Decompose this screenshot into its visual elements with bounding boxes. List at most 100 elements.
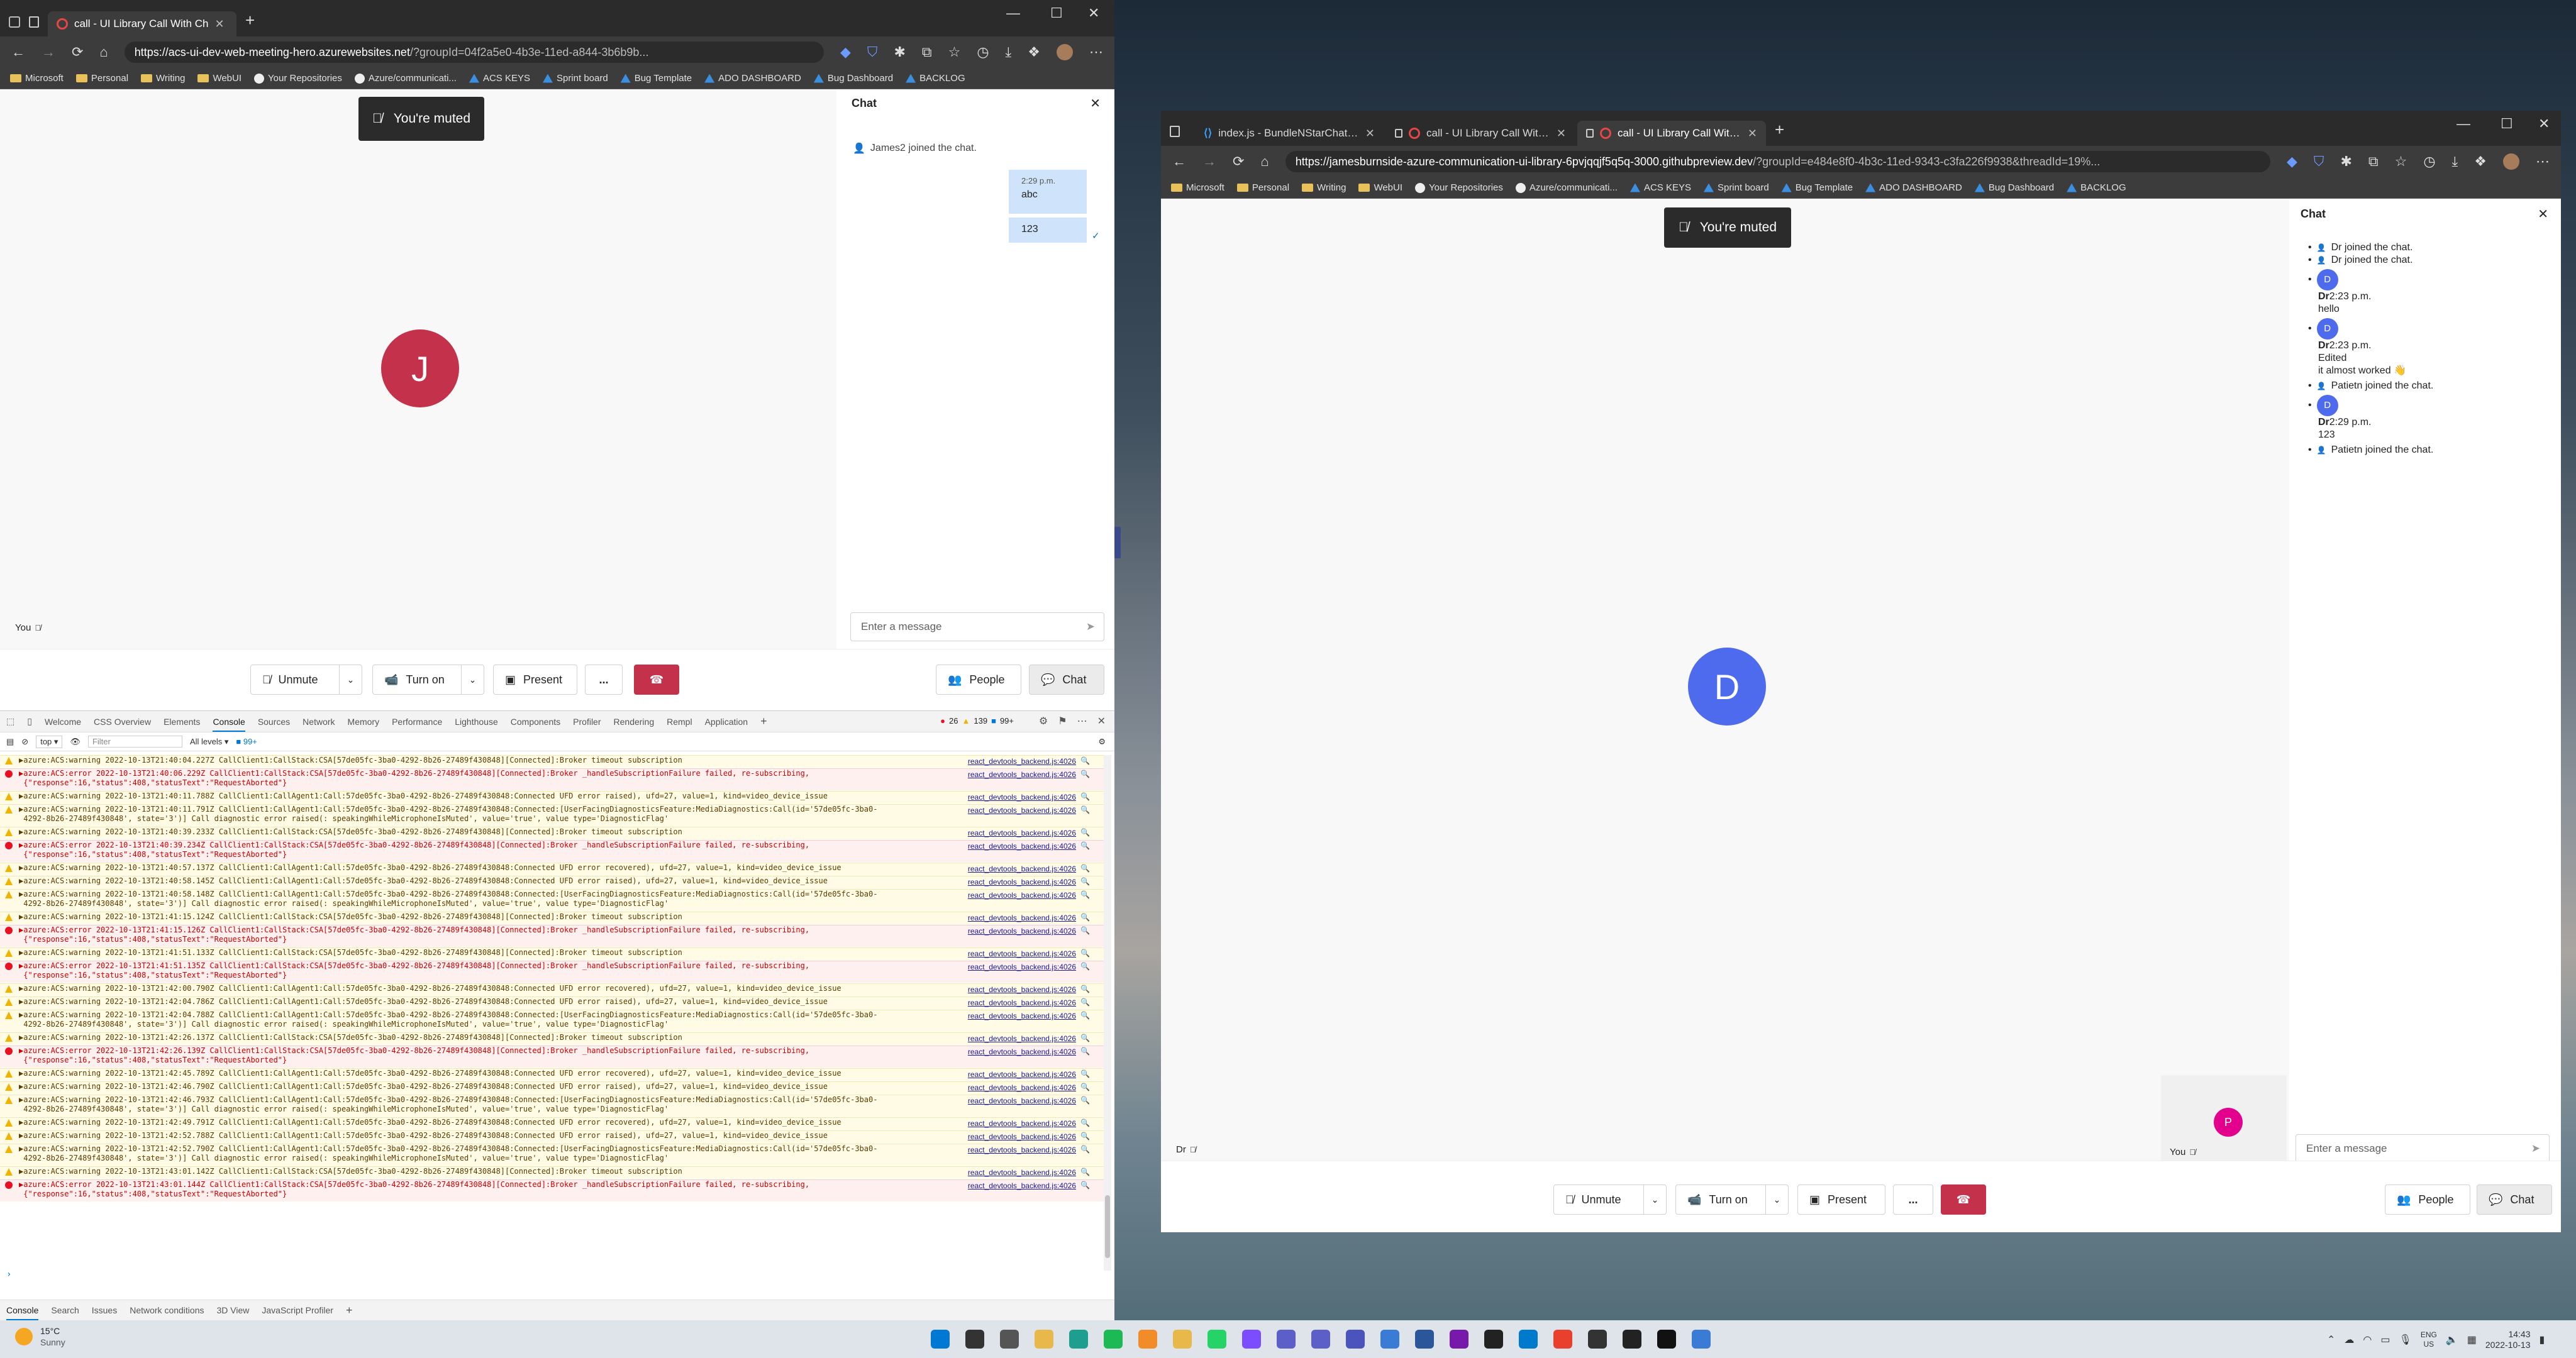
more-icon[interactable]: ⋯ [1077, 715, 1087, 727]
console-warning-row[interactable]: ▶azure:ACS:warning 2022-10-13T21:40:11.7… [0, 791, 1104, 803]
app-icon[interactable] [1623, 1330, 1641, 1349]
search-icon[interactable]: 🔍 [1080, 890, 1090, 900]
console-error-row[interactable]: ▶azure:ACS:error 2022-10-13T21:41:51.135… [0, 961, 1104, 983]
back-icon[interactable]: ← [1172, 153, 1186, 170]
clock[interactable]: 14:43 2022-10-13 [2485, 1329, 2531, 1350]
bookmark-item[interactable]: Your Repositories [254, 73, 342, 84]
console-warning-row[interactable]: ▶azure:ACS:warning 2022-10-13T21:40:58.1… [0, 876, 1104, 888]
notifications-icon[interactable]: ▮ [2540, 1333, 2545, 1346]
vscode-icon[interactable] [1519, 1330, 1538, 1349]
history-icon[interactable]: ◷ [2423, 153, 2435, 170]
onenote-icon[interactable] [1450, 1330, 1468, 1349]
source-link[interactable]: react_devtools_backend.js:4026 [968, 985, 1076, 995]
source-link[interactable]: react_devtools_backend.js:4026 [968, 1034, 1076, 1044]
devtools-tab[interactable]: Sources [258, 717, 290, 727]
extensions-icon[interactable]: ❖ [1028, 44, 1040, 60]
minimize-icon[interactable]: — [1006, 5, 1020, 21]
bookmark-item[interactable]: Personal [1236, 182, 1289, 193]
console-error-row[interactable]: ▶azure:ACS:error 2022-10-13T21:40:39.234… [0, 840, 1104, 862]
source-link[interactable]: react_devtools_backend.js:4026 [968, 757, 1076, 766]
app-icon[interactable] [1277, 1330, 1296, 1349]
bookmark-item[interactable]: ACS KEYS [469, 73, 530, 84]
add-tab-icon[interactable]: + [760, 715, 767, 728]
chat-button[interactable]: 💬 Chat [2477, 1184, 2552, 1215]
more-button[interactable]: ... [585, 665, 623, 695]
search-icon[interactable]: 🔍 [1080, 998, 1090, 1007]
issues-badge[interactable]: ■ 99+ [236, 737, 257, 746]
devtools-tab[interactable]: Profiler [573, 717, 601, 727]
tab-actions-icon[interactable] [1170, 126, 1180, 137]
drawer-tab[interactable]: 3D View [216, 1305, 249, 1315]
home-icon[interactable]: ⌂ [99, 44, 108, 60]
source-link[interactable]: react_devtools_backend.js:4026 [968, 806, 1076, 815]
search-icon[interactable]: 🔍 [1080, 926, 1090, 936]
source-link[interactable]: react_devtools_backend.js:4026 [968, 998, 1076, 1008]
close-chat-icon[interactable]: ✕ [2538, 206, 2548, 222]
console-warning-row[interactable]: ▶azure:ACS:warning 2022-10-13T21:41:15.1… [0, 912, 1104, 924]
spotify-icon[interactable] [1104, 1330, 1123, 1349]
search-icon[interactable]: 🔍 [1080, 1011, 1090, 1020]
context-select[interactable]: top ▾ [36, 735, 63, 748]
app-icon[interactable] [1138, 1330, 1157, 1349]
close-tab-icon[interactable]: ✕ [1557, 127, 1566, 140]
app-icon[interactable] [1380, 1330, 1399, 1349]
present-button[interactable]: ▣ Present [1797, 1184, 1885, 1215]
weather-widget[interactable]: 15°C Sunny [15, 1325, 65, 1348]
send-icon[interactable]: ➤ [2531, 1142, 2540, 1155]
drawer-tab[interactable]: JavaScript Profiler [262, 1305, 333, 1315]
console-warning-row[interactable]: ▶azure:ACS:warning 2022-10-13T21:40:58.1… [0, 889, 1104, 911]
console-warning-row[interactable]: ▶azure:ACS:warning 2022-10-13T21:40:04.2… [0, 755, 1104, 768]
console-warning-row[interactable]: ▶azure:ACS:warning 2022-10-13T21:43:01.1… [0, 1166, 1104, 1179]
source-link[interactable]: react_devtools_backend.js:4026 [968, 1132, 1076, 1142]
source-link[interactable]: react_devtools_backend.js:4026 [968, 1096, 1076, 1106]
profile-avatar[interactable] [1057, 44, 1073, 60]
feedback-icon[interactable]: ⚑ [1058, 715, 1067, 727]
scrollbar-thumb[interactable] [1105, 1195, 1110, 1258]
console-warning-row[interactable]: ▶azure:ACS:warning 2022-10-13T21:42:00.7… [0, 983, 1104, 996]
console-warning-row[interactable]: ▶azure:ACS:warning 2022-10-13T21:42:46.7… [0, 1095, 1104, 1117]
devtools-tab[interactable]: Lighthouse [455, 717, 498, 727]
file-explorer-icon[interactable] [1035, 1330, 1053, 1349]
teams-icon[interactable] [1311, 1330, 1330, 1349]
source-link[interactable]: react_devtools_backend.js:4026 [968, 1119, 1076, 1129]
bookmark-item[interactable]: WebUI [1358, 182, 1402, 193]
source-link[interactable]: react_devtools_backend.js:4026 [968, 1070, 1076, 1079]
devtools-tab[interactable]: Network [303, 717, 335, 727]
bookmark-item[interactable]: Writing [141, 73, 185, 84]
console-warning-row[interactable]: ▶azure:ACS:warning 2022-10-13T21:40:57.1… [0, 863, 1104, 875]
bookmark-item[interactable]: Azure/communicati... [354, 73, 457, 84]
search-icon[interactable]: 🔍 [1080, 1096, 1090, 1105]
source-link[interactable]: react_devtools_backend.js:4026 [968, 1047, 1076, 1057]
inspect-icon[interactable]: ⬚ [6, 716, 14, 727]
whatsapp-icon[interactable] [1208, 1330, 1226, 1349]
send-icon[interactable]: ➤ [1086, 621, 1095, 633]
source-link[interactable]: react_devtools_backend.js:4026 [968, 914, 1076, 923]
devtools-tab[interactable]: Welcome [45, 717, 81, 727]
console-warning-row[interactable]: ▶azure:ACS:warning 2022-10-13T21:42:04.7… [0, 1010, 1104, 1032]
messenger-icon[interactable] [1242, 1330, 1261, 1349]
message-input[interactable]: Enter a message ➤ [2296, 1134, 2550, 1163]
refresh-ext-icon[interactable]: ✱ [894, 44, 905, 60]
chevron-down-icon[interactable]: ⌄ [339, 665, 362, 694]
search-icon[interactable]: 🔍 [1080, 1083, 1090, 1092]
new-tab-icon[interactable]: + [1775, 120, 1784, 140]
edge-icon[interactable] [1069, 1330, 1088, 1349]
search-icon[interactable]: 🔍 [1080, 805, 1090, 815]
close-tab-icon[interactable]: ✕ [1365, 127, 1375, 140]
windows-start-icon[interactable] [931, 1330, 950, 1349]
search-icon[interactable]: 🔍 [1080, 1145, 1090, 1154]
search-icon[interactable]: 🔍 [1080, 841, 1090, 851]
console-settings-icon[interactable]: ⚙ [1098, 737, 1106, 747]
devtools-tab[interactable]: Application [705, 717, 748, 727]
search-icon[interactable]: 🔍 [1080, 877, 1090, 886]
task-view-icon[interactable] [1000, 1330, 1019, 1349]
console-error-row[interactable]: ▶azure:ACS:error 2022-10-13T21:40:06.229… [0, 768, 1104, 790]
mic-icon[interactable]: 🎙 [2399, 1333, 2412, 1346]
source-link[interactable]: react_devtools_backend.js:4026 [968, 864, 1076, 874]
warning-count[interactable]: 139 [974, 716, 987, 726]
hang-up-button[interactable]: ☎ [1941, 1184, 1986, 1215]
chat-button[interactable]: 💬 Chat [1029, 665, 1104, 695]
levels-select[interactable]: All levels ▾ [190, 737, 228, 747]
message-input[interactable]: Enter a message ➤ [850, 612, 1104, 641]
chevron-down-icon[interactable]: ⌄ [461, 665, 484, 694]
